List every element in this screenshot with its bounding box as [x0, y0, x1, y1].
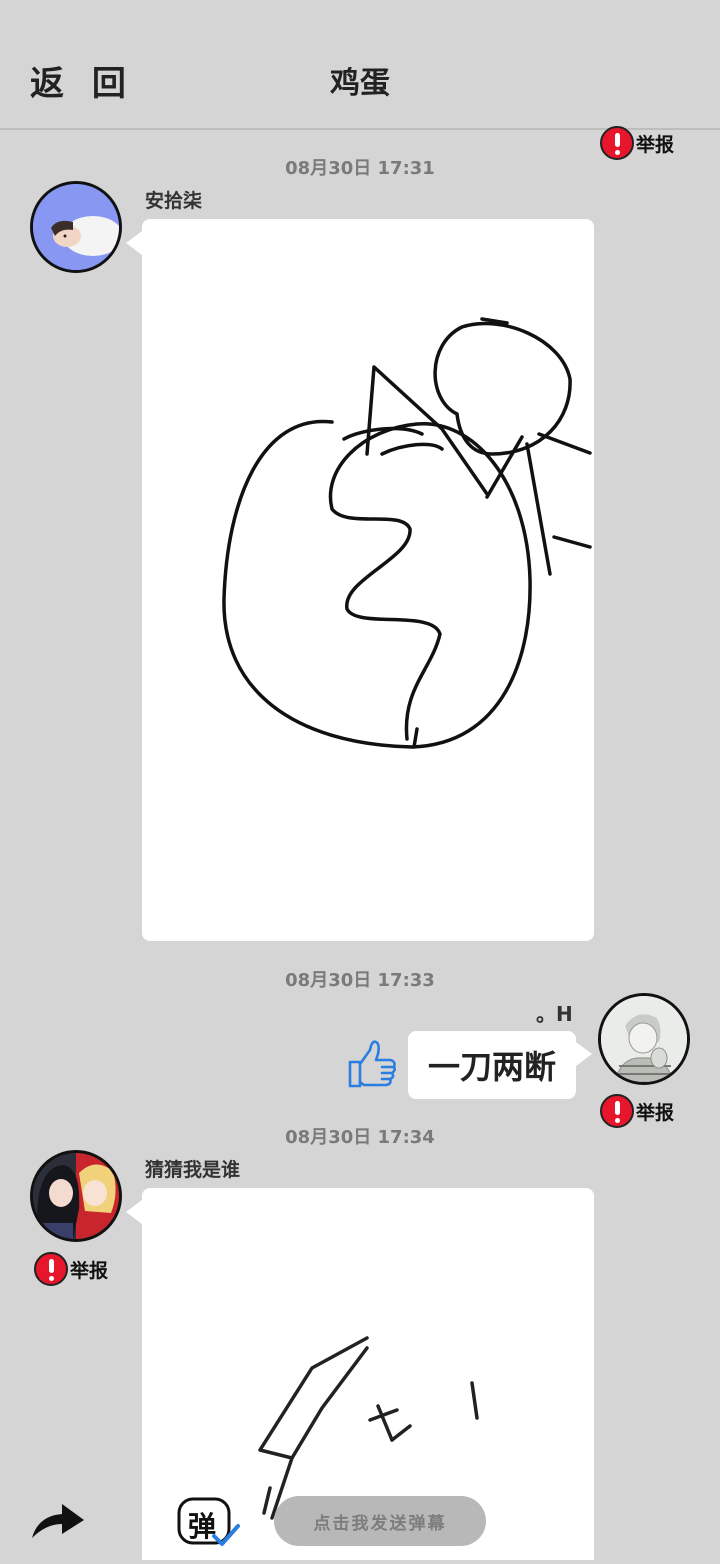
danmaku-input[interactable]: 点击我发送弹幕: [274, 1496, 486, 1546]
sender-name: 猜猜我是谁: [145, 1159, 241, 1181]
page-title: 鸡蛋: [330, 66, 390, 101]
message-timestamp: 08月30日 17:34: [285, 1127, 435, 1148]
message-timestamp: 08月30日 17:33: [285, 970, 435, 991]
share-arrow-icon: [32, 1504, 84, 1538]
report-label: 举报: [636, 1101, 675, 1124]
bubble-tail: [126, 231, 142, 255]
egg-drawing: [222, 317, 592, 749]
report-button[interactable]: 举报: [34, 1252, 108, 1286]
report-label: 举报: [636, 133, 675, 156]
prefix-text: 。H: [536, 1002, 573, 1026]
text-message[interactable]: 一刀两断: [408, 1031, 576, 1099]
bubble-tail: [576, 1042, 592, 1066]
drawing-image[interactable]: [142, 219, 594, 941]
avatar-image: [601, 996, 687, 1082]
bubble-tail: [126, 1200, 142, 1224]
share-button[interactable]: [30, 1500, 86, 1542]
avatar-image: [33, 184, 119, 270]
message-timestamp: 08月30日 17:31: [285, 158, 435, 179]
top-bar: 返 回 鸡蛋: [0, 0, 720, 130]
exclamation-icon: [34, 1252, 68, 1286]
avatar[interactable]: [30, 181, 122, 273]
thumbs-up-icon[interactable]: [346, 1036, 398, 1092]
danmaku-toggle-button[interactable]: 弹: [176, 1496, 240, 1546]
avatar[interactable]: [30, 1150, 122, 1242]
avatar[interactable]: [598, 993, 690, 1085]
avatar-image: [33, 1153, 119, 1239]
sender-name: 安拾柒: [145, 190, 203, 212]
danmaku-icon-text: 弹: [188, 1510, 217, 1543]
report-label: 举报: [70, 1259, 109, 1282]
